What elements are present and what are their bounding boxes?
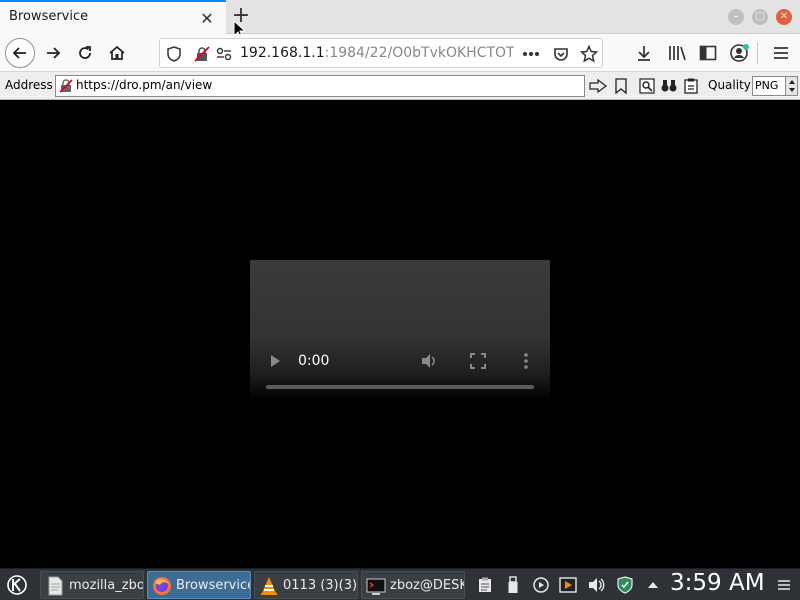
reload-icon: [79, 46, 91, 59]
bookmark-button[interactable]: [611, 76, 631, 96]
kde-logo-icon: [7, 575, 27, 595]
find-icon: [639, 78, 655, 94]
tray-expand-icon[interactable]: [644, 576, 662, 594]
toolbar-separator: [757, 42, 758, 64]
find-button[interactable]: [637, 76, 657, 96]
media-player-icon[interactable]: [532, 576, 550, 594]
url-text[interactable]: 192.168.1.1:1984/22/O0bTvkOKHCTOT: [240, 45, 514, 61]
sidebar-icon[interactable]: [697, 42, 719, 64]
page-content: 0:00: [0, 100, 800, 568]
task-label: Browservice: [176, 578, 251, 593]
permissions-icon[interactable]: [215, 45, 233, 63]
more-options-icon[interactable]: [521, 352, 531, 370]
arrow-left-icon: [12, 47, 26, 59]
reload-button[interactable]: [70, 38, 100, 68]
account-icon[interactable]: [729, 42, 751, 64]
tab-close-icon[interactable]: ✕: [199, 11, 215, 27]
go-button[interactable]: [588, 76, 608, 96]
task-label: mozilla_zbo: [69, 578, 144, 593]
application-launcher-button[interactable]: [4, 572, 30, 598]
volume-icon[interactable]: [588, 576, 606, 594]
panel-menu-icon[interactable]: [775, 576, 793, 594]
insecure-lock-icon: [59, 79, 73, 93]
task-mozilla[interactable]: mozilla_zbo: [40, 571, 144, 599]
address-field[interactable]: [55, 75, 585, 97]
task-label: 0113 (3)(3): [283, 578, 358, 593]
binoculars-icon: [661, 80, 677, 92]
arrow-right-icon: [47, 47, 61, 59]
usb-device-icon[interactable]: [504, 576, 522, 594]
url-host: 192.168.1.1: [240, 45, 325, 61]
home-button[interactable]: [102, 38, 132, 68]
video-player[interactable]: 0:00: [250, 260, 550, 400]
insecure-lock-icon[interactable]: [193, 45, 211, 63]
quality-select[interactable]: PNG: [752, 76, 798, 96]
fullscreen-icon[interactable]: [470, 353, 486, 369]
clipboard-tray-icon[interactable]: [476, 576, 494, 594]
tab-strip: Browservice ✕ + – □ ✕: [0, 0, 800, 40]
browservice-toolbar: Address Quality PNG: [0, 72, 800, 100]
terminal-icon: [366, 578, 386, 595]
address-input[interactable]: [76, 78, 576, 92]
close-icon: ✕: [779, 11, 789, 22]
video-progress-bar[interactable]: [266, 385, 534, 389]
pocket-icon[interactable]: [552, 45, 570, 63]
task-label: zboz@DESK: [390, 578, 465, 593]
video-player-tray-icon[interactable]: [559, 576, 577, 594]
security-shield-icon[interactable]: [616, 576, 634, 594]
clock[interactable]: 3:59 AM: [670, 570, 765, 596]
forward-button[interactable]: [38, 38, 68, 68]
firefox-icon: [153, 577, 171, 595]
taskbar: mozilla_zbo Browservice 0113 (3)(3) zboz…: [0, 568, 800, 600]
video-time: 0:00: [298, 353, 330, 369]
back-button[interactable]: [5, 38, 35, 68]
address-label: Address: [5, 78, 53, 92]
url-bar[interactable]: 192.168.1.1:1984/22/O0bTvkOKHCTOT: [159, 38, 603, 68]
play-icon[interactable]: [268, 353, 282, 369]
close-window-button[interactable]: ✕: [776, 9, 792, 25]
maximize-window-button[interactable]: □: [752, 9, 768, 25]
quality-spin-arrows[interactable]: [785, 77, 797, 95]
tab-title: Browservice: [9, 9, 89, 24]
volume-icon[interactable]: [420, 352, 438, 370]
clipboard-button[interactable]: [681, 76, 701, 96]
maximize-icon: □: [755, 11, 765, 22]
document-icon: [48, 576, 63, 596]
tracking-protection-icon[interactable]: [165, 45, 183, 63]
url-path: :1984/22/O0bTvkOKHCTOT: [324, 45, 514, 61]
library-icon[interactable]: [666, 42, 688, 64]
quality-label: Quality: [708, 78, 751, 92]
minimize-window-button[interactable]: –: [728, 9, 744, 25]
vlc-icon: [261, 577, 277, 595]
navigation-toolbar: 192.168.1.1:1984/22/O0bTvkOKHCTOT: [0, 34, 800, 72]
go-arrow-icon: [589, 79, 607, 93]
tab-browservice[interactable]: Browservice ✕: [0, 0, 226, 34]
task-browservice[interactable]: Browservice: [147, 571, 251, 599]
home-icon: [109, 45, 125, 60]
find-next-button[interactable]: [659, 76, 679, 96]
bookmark-icon: [615, 78, 627, 94]
clipboard-icon: [684, 78, 698, 94]
download-icon[interactable]: [633, 42, 655, 64]
task-terminal[interactable]: zboz@DESK: [361, 571, 465, 599]
quality-value: PNG: [755, 79, 779, 92]
hamburger-menu-icon[interactable]: [770, 42, 792, 64]
minimize-icon: –: [733, 11, 739, 22]
bookmark-star-icon[interactable]: [580, 45, 598, 63]
page-actions-icon[interactable]: [522, 45, 540, 63]
task-vlc[interactable]: 0113 (3)(3): [254, 571, 358, 599]
